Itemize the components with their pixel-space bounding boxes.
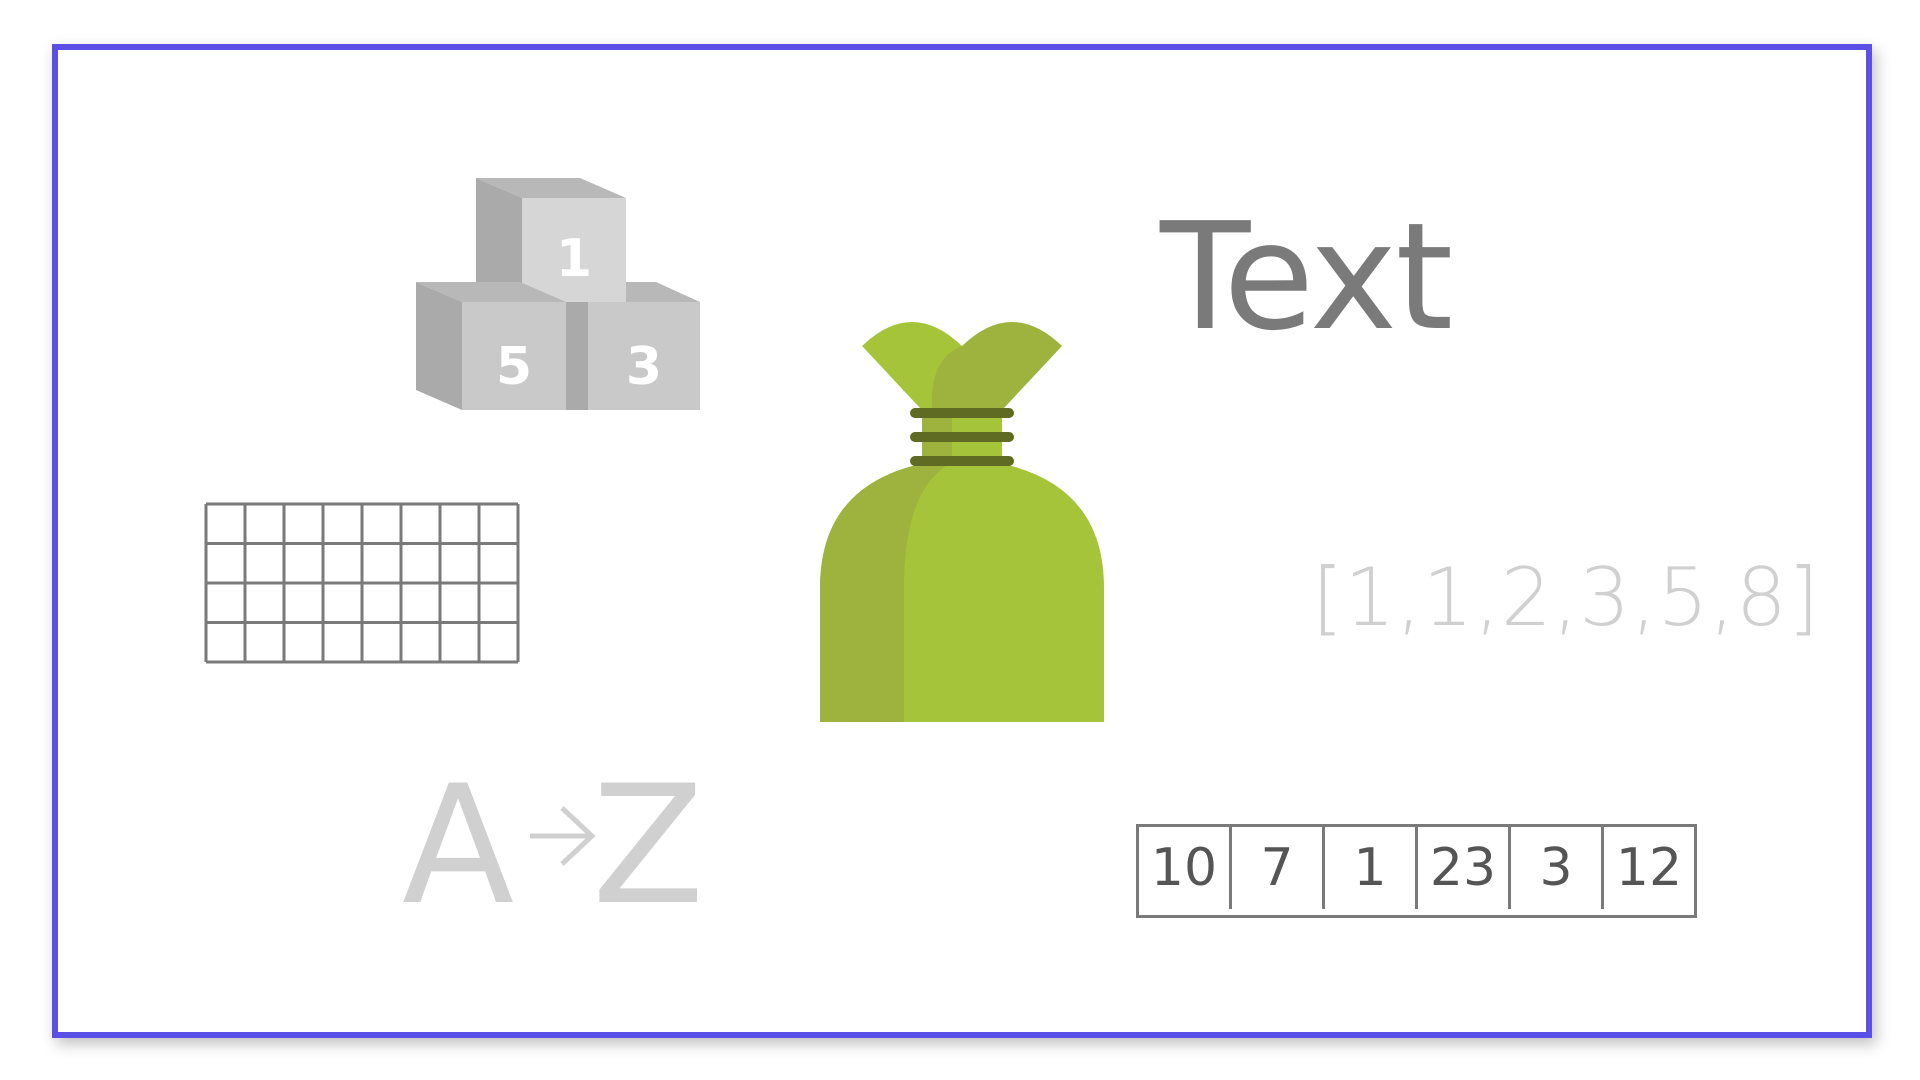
- array-cell: 3: [1511, 827, 1604, 909]
- array-cell: 12: [1615, 838, 1683, 898]
- array-cell: 7: [1232, 827, 1325, 909]
- sort-to-letter: Z: [592, 768, 704, 908]
- block-right-label: 3: [626, 337, 662, 397]
- array-cell: 10: [1139, 827, 1232, 909]
- array-cell: 1: [1325, 827, 1418, 909]
- block-top-label: 1: [556, 229, 592, 289]
- grid-table-icon: [204, 502, 520, 664]
- numbered-blocks-icon: 1 5 3: [416, 178, 700, 410]
- sort-from-letter: A: [402, 768, 514, 908]
- array-cell: 23: [1418, 827, 1511, 909]
- text-type-label: Text: [1160, 191, 1453, 363]
- sort-a-to-z-icon: A Z: [402, 768, 704, 908]
- block-left-label: 5: [496, 337, 532, 397]
- array-cells: 10 7 1 23 3 12: [1136, 824, 1697, 918]
- list-literal: [1,1,2,3,5,8]: [1312, 551, 1820, 644]
- arrow-right-icon: [530, 806, 596, 866]
- bag-icon: [820, 322, 1104, 722]
